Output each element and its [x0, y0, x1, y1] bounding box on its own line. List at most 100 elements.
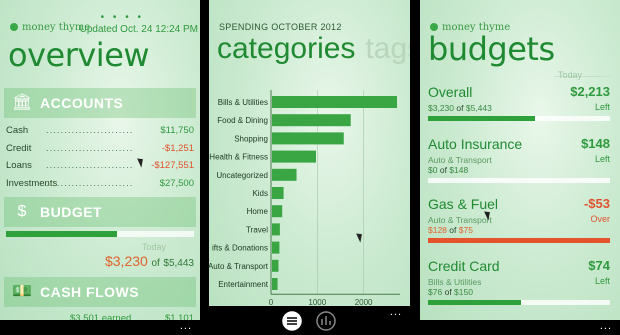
budget-of: of: [151, 258, 160, 269]
category-label: Shopping: [234, 134, 268, 143]
tab-categories[interactable]: categories: [217, 32, 355, 65]
bar: [272, 114, 351, 127]
budget-category: Auto & Transport: [428, 155, 492, 165]
budget-summary: $3,230 of $5,443: [105, 253, 194, 269]
budget-row[interactable]: Auto Insurance $148 Left Auto & Transport $0…: [428, 136, 610, 186]
account-row[interactable]: Cash....................................…: [6, 125, 194, 138]
bar: [272, 259, 279, 272]
categories-screen: SPENDING OCTOBER 2012 categories tags 0 10…: [209, 0, 410, 335]
x-tick-label: 2000: [355, 298, 373, 306]
budget-label: BUDGET: [40, 204, 103, 220]
category-label: Health & Fitness: [209, 153, 268, 162]
budget-progress-bar: [428, 300, 610, 305]
budget-spent: $128: [428, 225, 447, 235]
loading-dots-icon: • • • •: [100, 12, 144, 23]
bar: [272, 241, 280, 254]
category-label: Home: [247, 207, 269, 216]
category-label: Auto & Transport: [209, 262, 269, 271]
budget-progress-bar: [428, 116, 610, 121]
piggy-bank-icon: $: [17, 203, 27, 220]
account-amount: $27,500: [159, 178, 194, 189]
account-name: Loans: [6, 160, 32, 171]
brand-logo-icon: [10, 23, 18, 31]
more-button[interactable]: ...: [600, 321, 612, 332]
updated-timestamp: Updated Oct. 24 12:24 PM: [79, 24, 198, 35]
budget-name: Overall: [428, 84, 473, 100]
budget-of: of: [444, 287, 452, 297]
account-amount: -$1,251: [161, 143, 194, 154]
more-button[interactable]: ...: [180, 321, 192, 332]
budget-of: of: [456, 103, 464, 113]
spending-bar-chart: 0 1000 2000 Bills & Utilities Food & Dining S…: [209, 90, 400, 306]
budget-category: Auto & Transport: [428, 215, 492, 225]
budget-section-header[interactable]: $ BUDGET: [4, 197, 196, 227]
budget-spent: $76: [428, 287, 443, 297]
accounts-section-header[interactable]: 🏛 ACCOUNTS: [4, 88, 196, 118]
budget-amounts: $128 of $75: [428, 225, 473, 235]
budget-state: Left: [594, 276, 610, 286]
more-button[interactable]: ...: [390, 307, 402, 318]
budget-progress-fill: [6, 231, 117, 237]
budget-remaining: -$53: [583, 196, 610, 211]
budget-total: $75: [458, 225, 473, 235]
budget-name: Credit Card: [428, 258, 500, 274]
account-amount: -$127,551: [151, 160, 194, 171]
budget-spent: $0: [428, 165, 438, 175]
bar: [272, 132, 344, 145]
category-label: Kids: [252, 189, 268, 198]
accounts-label: ACCOUNTS: [40, 95, 124, 111]
category-label: Food & Dining: [217, 116, 268, 125]
account-row[interactable]: Loans...................................…: [6, 160, 194, 173]
budget-total: $150: [454, 287, 473, 297]
budget-spent: $3,230: [428, 103, 454, 113]
spending-heading: SPENDING OCTOBER 2012: [219, 22, 342, 32]
budget-row[interactable]: Overall $2,213 Left $3,230 of $5,443: [428, 84, 610, 134]
dot-leader: ........................................…: [46, 125, 132, 136]
budget-total: $148: [449, 165, 469, 175]
budget-amounts: $3,230 of $5,443: [428, 103, 492, 113]
today-marker: Today: [558, 70, 583, 80]
app-brand: money thyme: [10, 22, 90, 33]
cashflows-label: CASH FLOWS: [40, 284, 140, 300]
pivot-tabs: categories tags: [217, 32, 410, 66]
bank-icon: 🏛: [12, 94, 33, 111]
budget-of: of: [439, 165, 447, 175]
overview-screen: money thyme • • • • Updated Oct. 24 12:2…: [0, 0, 200, 335]
account-row[interactable]: Credit..................................…: [6, 143, 194, 156]
budget-row[interactable]: Gas & Fuel -$53 Over Auto & Transport $128 o…: [428, 196, 610, 246]
app-bar: ...: [420, 320, 620, 335]
page-title: overview: [8, 36, 150, 74]
budget-remaining: $2,213: [570, 84, 610, 99]
bar: [272, 96, 397, 108]
category-label: Bills & Utilities: [218, 98, 268, 107]
tab-tags[interactable]: tags: [365, 32, 410, 65]
category-label: Entertainment: [218, 280, 269, 289]
cashflows-section-header[interactable]: 💵 CASH FLOWS: [4, 277, 196, 307]
budget-row[interactable]: Credit Card $74 Left Bills & Utilities $76 o…: [428, 258, 610, 308]
account-name: Cash: [6, 125, 29, 136]
budgets-screen: money thyme budgets Today Overall $2,213 L…: [420, 0, 620, 335]
account-row[interactable]: Investments.............................…: [6, 178, 194, 191]
bar: [272, 187, 284, 199]
budget-progress-bar: [428, 238, 610, 243]
budget-progress-bar: [428, 178, 610, 183]
dot-leader: ........................................…: [46, 160, 132, 171]
list-view-button[interactable]: [282, 311, 302, 331]
bar: [272, 150, 316, 163]
category-label: Uncategorized: [216, 171, 268, 180]
account-name: Credit: [6, 143, 32, 154]
app-bar: ...: [0, 320, 200, 335]
budget-remaining: $74: [588, 258, 610, 273]
budget-name: Auto Insurance: [428, 136, 523, 152]
budget-state: Over: [590, 214, 610, 224]
page-title: budgets: [428, 30, 555, 68]
cash-icon: 💵: [12, 283, 32, 300]
budget-amounts: $0 of $148: [428, 165, 468, 175]
chart-view-button[interactable]: [316, 311, 336, 331]
bar: [272, 278, 278, 290]
dot-leader: ........................................…: [46, 178, 132, 189]
x-tick-label: 1000: [308, 298, 326, 306]
dot-leader: ........................................…: [46, 143, 132, 154]
budget-remaining: $148: [581, 136, 610, 151]
budget-total: $5,443: [163, 258, 194, 269]
